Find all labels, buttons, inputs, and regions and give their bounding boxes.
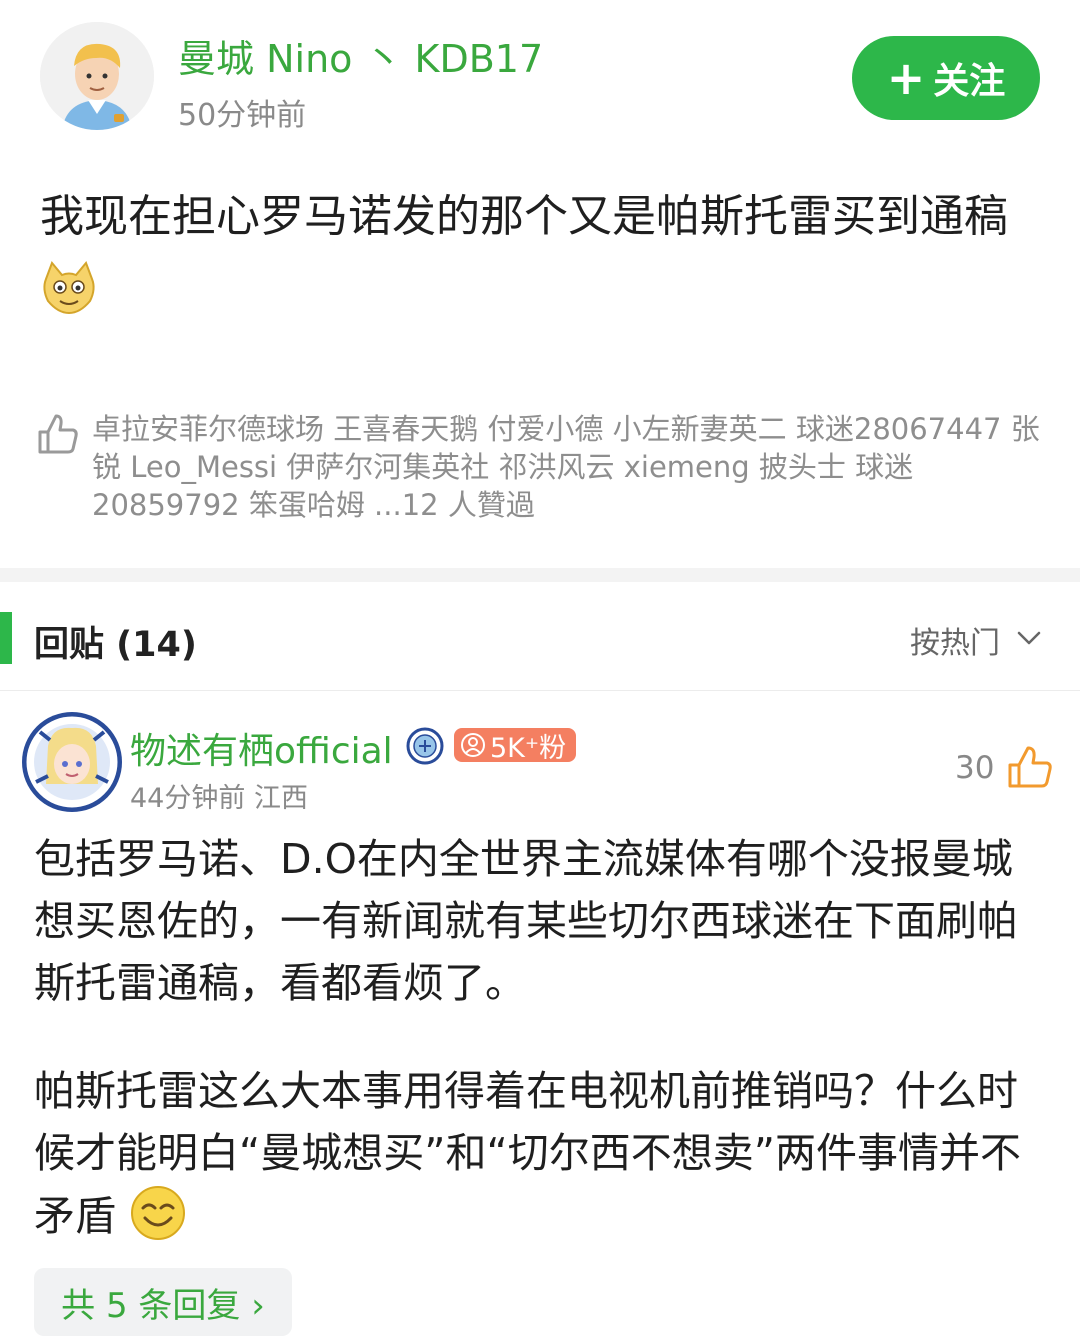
emoji-face-icon: [40, 259, 98, 340]
replies-title: 回贴 (14): [34, 625, 197, 665]
fans-count: 5K⁺粉: [490, 732, 567, 764]
comment-meta: 44分钟前 江西: [130, 776, 308, 815]
plus-icon: +: [886, 51, 926, 105]
comment-paragraph-1: 包括罗马诺、D.O在内全世界主流媒体有哪个没报曼城想买恩佐的，一有新闻就有某些切…: [34, 835, 1018, 1007]
thumbs-up-icon[interactable]: [36, 412, 80, 456]
person-icon: [460, 732, 486, 758]
thumbs-up-icon[interactable]: [1006, 744, 1054, 790]
follow-button[interactable]: + 关注: [852, 36, 1040, 120]
section-divider: [0, 568, 1080, 582]
man-city-badge-icon: [406, 727, 444, 765]
commenter-avatar[interactable]: [22, 712, 122, 812]
fans-badge: 5K⁺粉: [454, 728, 577, 764]
likers-list[interactable]: 卓拉安菲尔德球场 王喜春天鹅 付爱小德 小左新妻英二 球迷28067447 张锐…: [92, 410, 1042, 524]
divider: [0, 690, 1080, 691]
post-time: 50分钟前: [178, 98, 307, 133]
commenter-name[interactable]: 物述有栖official: [130, 722, 393, 774]
author-avatar[interactable]: [40, 22, 154, 130]
sort-dropdown[interactable]: 按热门: [910, 618, 1000, 662]
chevron-down-icon[interactable]: [1016, 628, 1042, 648]
post-body: 我现在担心罗马诺发的那个又是帕斯托雷买到通稿: [40, 180, 1040, 340]
post-body-text: 我现在担心罗马诺发的那个又是帕斯托雷买到通稿: [40, 191, 1008, 242]
section-accent-bar: [0, 612, 12, 664]
comment-paragraph-2: 帕斯托雷这么大本事用得着在电视机前推销吗？什么时候才能明白“曼城想买”和“切尔西…: [34, 1060, 1044, 1259]
comment-time: 44分钟前: [130, 783, 246, 814]
follow-label: 关注: [933, 61, 1006, 102]
author-name[interactable]: 曼城 Nino 丶 KDB17: [178, 28, 543, 83]
view-replies-button[interactable]: 共 5 条回复 ›: [34, 1268, 292, 1336]
comment-like-count: 30: [955, 750, 995, 786]
smile-emoji-icon: [129, 1184, 187, 1259]
comment-location: 江西: [253, 783, 308, 814]
